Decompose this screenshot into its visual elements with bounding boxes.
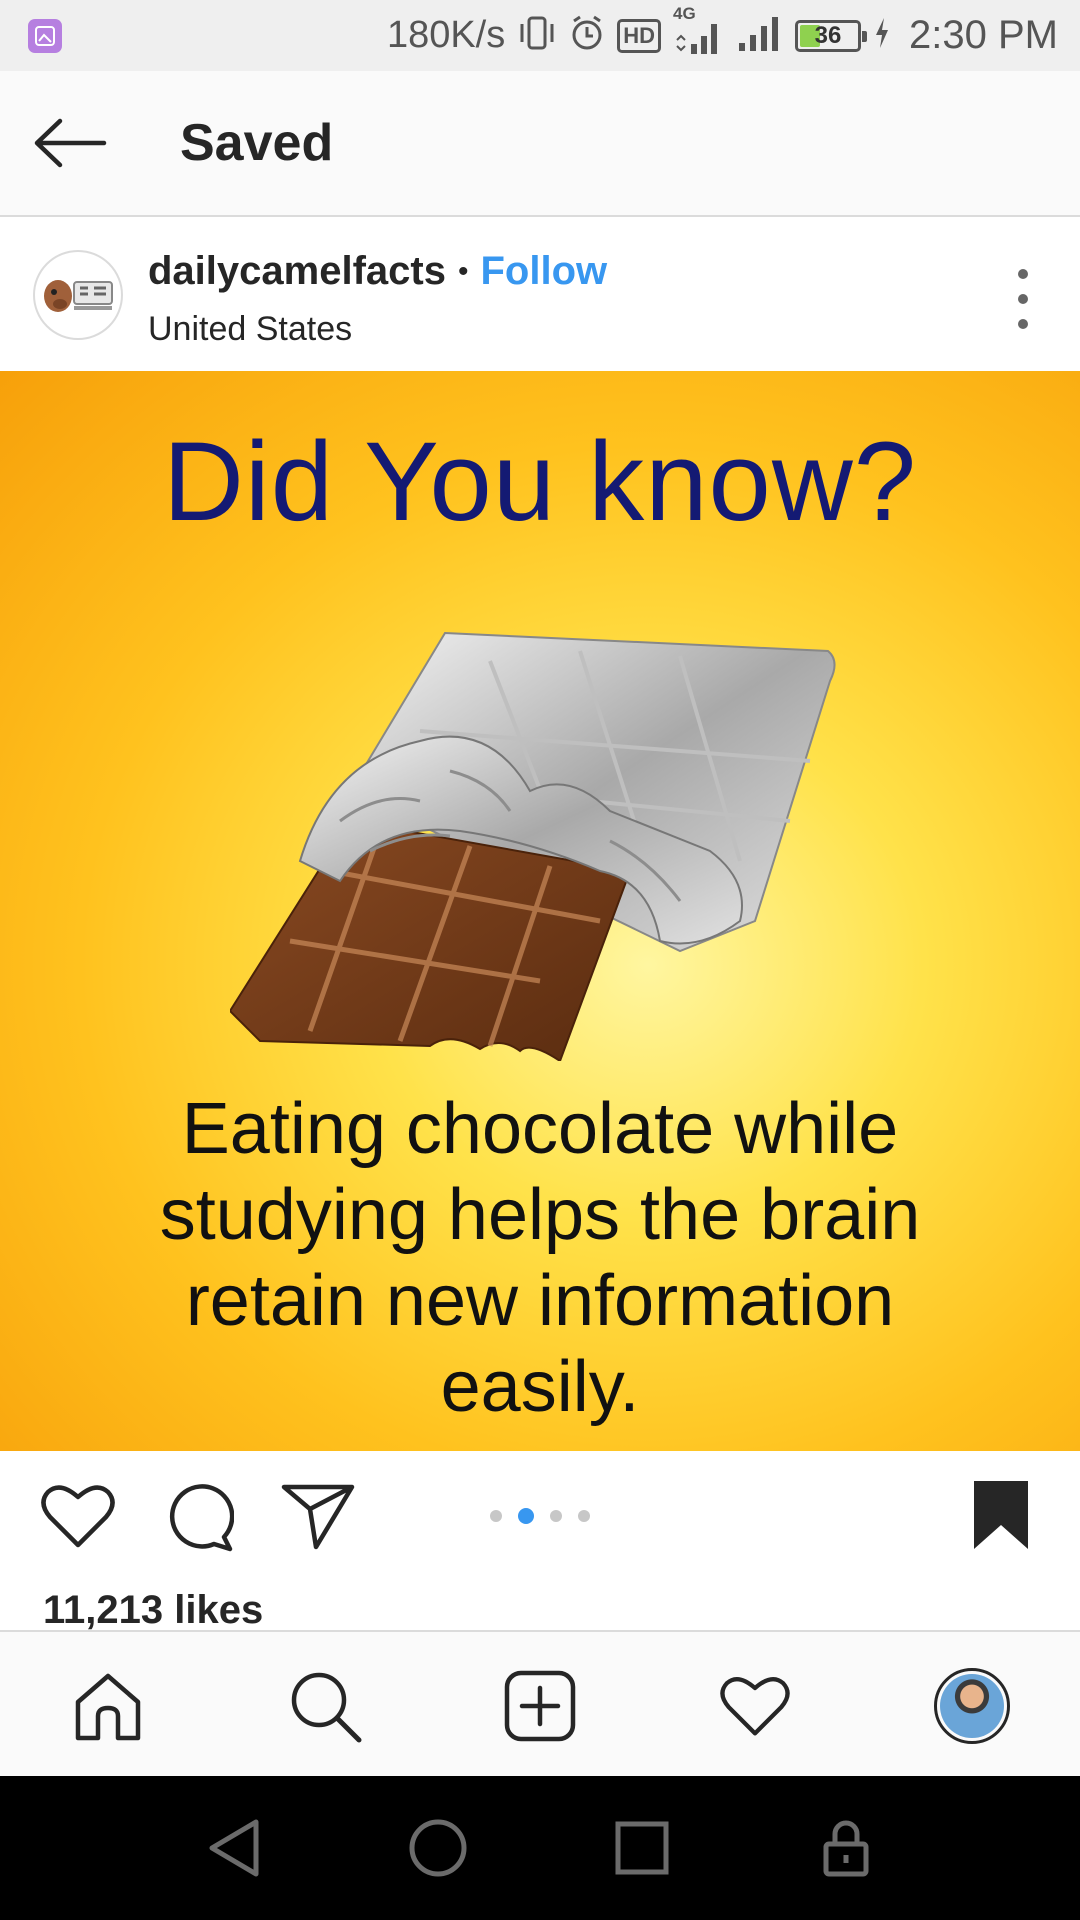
gallery-notification-icon	[28, 18, 62, 53]
post-header: dailycamelfacts • Follow United States	[0, 219, 1080, 371]
comment-button[interactable]	[162, 1481, 235, 1558]
status-bar: 180K/s HD 4G 36 2:30 PM	[0, 0, 1080, 71]
heart-icon	[720, 1677, 790, 1736]
carousel-indicator	[490, 1508, 590, 1524]
signal-strength-icon	[737, 13, 783, 58]
system-lock-button[interactable]	[814, 1816, 878, 1880]
image-body-text: Eating chocolate while studying helps th…	[0, 1086, 1080, 1430]
charging-icon	[873, 16, 891, 55]
square-recents-icon	[615, 1821, 669, 1875]
hd-badge: HD	[617, 18, 662, 53]
image-body-line: easily.	[440, 1347, 640, 1427]
signal-4g-icon: 4G	[673, 4, 725, 56]
like-count[interactable]: 11,213 likes	[43, 1588, 263, 1633]
camel-logo-icon	[44, 280, 113, 312]
clock: 2:30 PM	[909, 13, 1058, 57]
carousel-dot	[550, 1510, 562, 1522]
plus-square-icon	[504, 1670, 576, 1742]
heart-icon	[41, 1485, 115, 1548]
triangle-back-icon	[209, 1819, 259, 1877]
arrow-left-icon	[34, 118, 107, 168]
battery-icon: 36	[795, 19, 868, 52]
nav-new-post[interactable]	[500, 1666, 580, 1746]
post-actions	[0, 1451, 1080, 1581]
author-username[interactable]: dailycamelfacts	[148, 249, 446, 294]
image-headline: Did You know?	[162, 419, 917, 544]
carousel-dot	[490, 1510, 502, 1522]
more-options-button[interactable]	[1006, 269, 1040, 329]
save-button[interactable]	[972, 1479, 1030, 1556]
post-location[interactable]: United States	[148, 310, 607, 349]
comment-icon	[169, 1484, 235, 1552]
share-button[interactable]	[280, 1481, 356, 1556]
image-body-line: studying helps the brain	[159, 1175, 921, 1255]
lock-icon	[823, 1820, 869, 1877]
send-icon	[281, 1484, 355, 1550]
image-body-line: Eating chocolate while	[181, 1089, 899, 1169]
bookmark-filled-icon	[974, 1481, 1028, 1549]
separator-dot: •	[457, 254, 469, 288]
follow-button[interactable]: Follow	[480, 249, 607, 294]
nav-activity[interactable]	[715, 1666, 795, 1746]
nav-search[interactable]	[285, 1666, 365, 1746]
alarm-icon	[569, 14, 605, 57]
search-icon	[291, 1672, 362, 1743]
carousel-dot-active	[518, 1508, 534, 1524]
nav-profile[interactable]	[932, 1666, 1012, 1746]
top-app-bar: Saved	[0, 71, 1080, 217]
carousel-dot	[578, 1510, 590, 1522]
more-vertical-icon	[1018, 269, 1028, 279]
network-speed: 180K/s	[386, 14, 506, 56]
author-avatar[interactable]	[33, 250, 123, 340]
like-button[interactable]	[40, 1481, 116, 1556]
chocolate-bar-illustration	[230, 631, 836, 1061]
system-back-button[interactable]	[202, 1816, 266, 1880]
system-home-button[interactable]	[406, 1816, 470, 1880]
avatar	[934, 1668, 1010, 1744]
post-image[interactable]: Did You know? Eating chocolate while stu…	[0, 371, 1080, 1451]
system-recents-button[interactable]	[610, 1816, 674, 1880]
bottom-navigation	[0, 1630, 1080, 1776]
circle-home-icon	[409, 1819, 467, 1877]
page-title: Saved	[180, 114, 334, 172]
battery-level: 36	[814, 21, 842, 49]
nav-home[interactable]	[68, 1666, 148, 1746]
back-button[interactable]	[0, 70, 140, 216]
image-body-line: retain new information	[185, 1261, 895, 1341]
system-navigation-bar	[0, 1776, 1080, 1920]
vibrate-icon	[517, 14, 557, 57]
home-icon	[75, 1673, 141, 1741]
